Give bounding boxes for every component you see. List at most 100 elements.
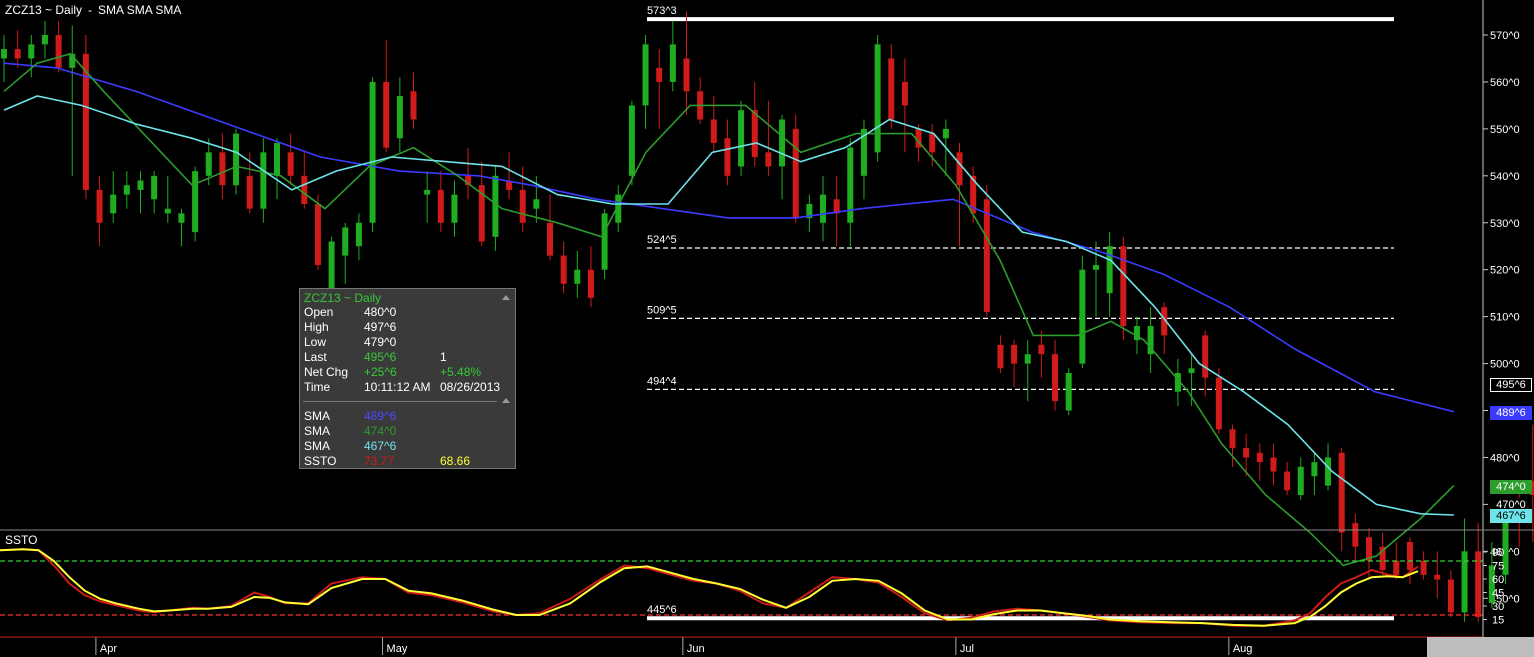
scroll-thumb [1427, 637, 1534, 657]
candle-body-up [192, 171, 199, 233]
price-tick-label: 520^0 [1490, 265, 1520, 277]
candle-body-up [1079, 269, 1086, 364]
row-value: 474^0 [364, 424, 397, 438]
level-label: 494^4 [647, 375, 677, 387]
level-label: 524^5 [647, 234, 677, 246]
candle-body-up [942, 128, 949, 139]
ssto-pane-title: SSTO [5, 533, 37, 547]
candle-body-down [1352, 523, 1359, 547]
candle-body-down [1420, 560, 1427, 575]
candle-body-down [1011, 344, 1018, 364]
candle-body-down [765, 152, 772, 167]
candle-body-up [274, 142, 280, 176]
header-studies: SMA SMA SMA [98, 3, 181, 17]
candle-body-up [110, 194, 117, 214]
candle-body-down [1434, 574, 1441, 580]
row-label: SSTO [304, 454, 337, 468]
row-value-secondary: 1 [440, 350, 447, 364]
price-tick-label: 480^0 [1490, 452, 1520, 464]
candle-body-up [1311, 462, 1318, 477]
data-window-divider [303, 401, 497, 402]
price-tick-label: 560^0 [1490, 77, 1520, 89]
row-value: 497^6 [364, 320, 397, 334]
candle-body-down [1052, 354, 1059, 402]
candle-body-up [779, 119, 786, 167]
candle-body-down [929, 133, 936, 153]
candle-body-down [96, 189, 103, 223]
ssto-tick-label: 75 [1492, 561, 1504, 573]
candle-body-up [137, 180, 144, 190]
data-window[interactable]: ZCZ13 ~ Daily Open 480^0 High 497^6 Low 479^0… [299, 288, 516, 469]
price-tick-label: 550^0 [1490, 124, 1520, 136]
price-tick-label: 530^0 [1490, 218, 1520, 230]
candle-body-up [601, 213, 608, 270]
candle-body-down [547, 222, 553, 256]
candle-body-down [383, 81, 390, 148]
row-value: 495^6 [364, 350, 397, 364]
price-tag: 474^0 [1490, 479, 1532, 494]
header-symbol: ZCZ13 ~ Daily [5, 3, 82, 17]
chart-canvas: 570^0 560^0 550^0 540^0 530^0 520^0 510^0 500^0… [0, 0, 1534, 657]
candle-body-up [260, 152, 267, 209]
candle-body-up [342, 227, 349, 256]
row-value: +25^6 [364, 365, 397, 379]
price-tag: 495^6 [1490, 377, 1532, 392]
ssto-tick-label: 30 [1492, 601, 1504, 613]
candle-body-down [219, 152, 226, 186]
candle-body-down [14, 49, 21, 59]
candle-body-up [1188, 368, 1195, 373]
candle-body-down [751, 110, 758, 158]
candle-body-down [888, 58, 895, 120]
candle-body-down [724, 138, 731, 176]
price-tick-label: 540^0 [1490, 171, 1520, 183]
candle-body-down [287, 152, 294, 176]
candle-body-down [55, 35, 62, 68]
level-label: 573^3 [647, 5, 677, 17]
row-label: SMA [304, 409, 331, 423]
candle-body-down [410, 91, 417, 120]
price-tick-label: 500^0 [1490, 359, 1520, 371]
collapse-arrow-icon[interactable] [502, 398, 510, 403]
candle-body-down [519, 189, 526, 223]
candle-body-down [560, 255, 567, 284]
ssto-tick-label: 45 [1492, 588, 1504, 600]
price-tag: 489^6 [1490, 405, 1532, 420]
row-value: 467^6 [364, 439, 397, 453]
candle-body-down [1256, 452, 1263, 463]
candle-body-up [355, 222, 362, 247]
candle-body-down [1120, 246, 1127, 327]
time-tick-label: Apr [100, 643, 117, 655]
candle-body-down [301, 175, 308, 204]
candle-body-up [533, 199, 540, 209]
candle-body-down [1447, 579, 1454, 613]
candle-body-up [424, 189, 431, 195]
row-value: 479^0 [364, 335, 397, 349]
candle-body-up [738, 110, 745, 167]
candle-body-down [1406, 541, 1413, 571]
price-tick-label: 570^0 [1490, 30, 1520, 42]
candle-body-up [492, 175, 499, 237]
candle-body-down [1202, 335, 1209, 378]
candle-body-up [642, 44, 649, 106]
candle-body-up [1106, 246, 1113, 294]
candle-body-down [437, 189, 444, 223]
row-value-secondary: 08/26/2013 [440, 380, 501, 394]
collapse-arrow-icon[interactable] [502, 295, 510, 300]
candle-body-down [997, 344, 1004, 369]
row-label: Net Chg [304, 365, 349, 379]
row-value: 73.77 [364, 454, 395, 468]
candle-body-up [1325, 457, 1332, 486]
candle-body-up [820, 194, 826, 223]
candle-body-up [574, 269, 581, 284]
candle-body-up [874, 44, 881, 153]
candle-body-down [1215, 377, 1222, 430]
candle-body-down [1284, 471, 1291, 491]
candle-body-down [314, 203, 321, 266]
candle-body-up [1065, 372, 1072, 411]
header-separator: - [88, 3, 92, 17]
candle-body-up [123, 185, 130, 195]
row-label: Open [304, 305, 334, 319]
price-tag: 467^6 [1490, 508, 1532, 523]
ssto-tick-label: 15 [1492, 615, 1504, 627]
candle-body-up [328, 241, 335, 289]
